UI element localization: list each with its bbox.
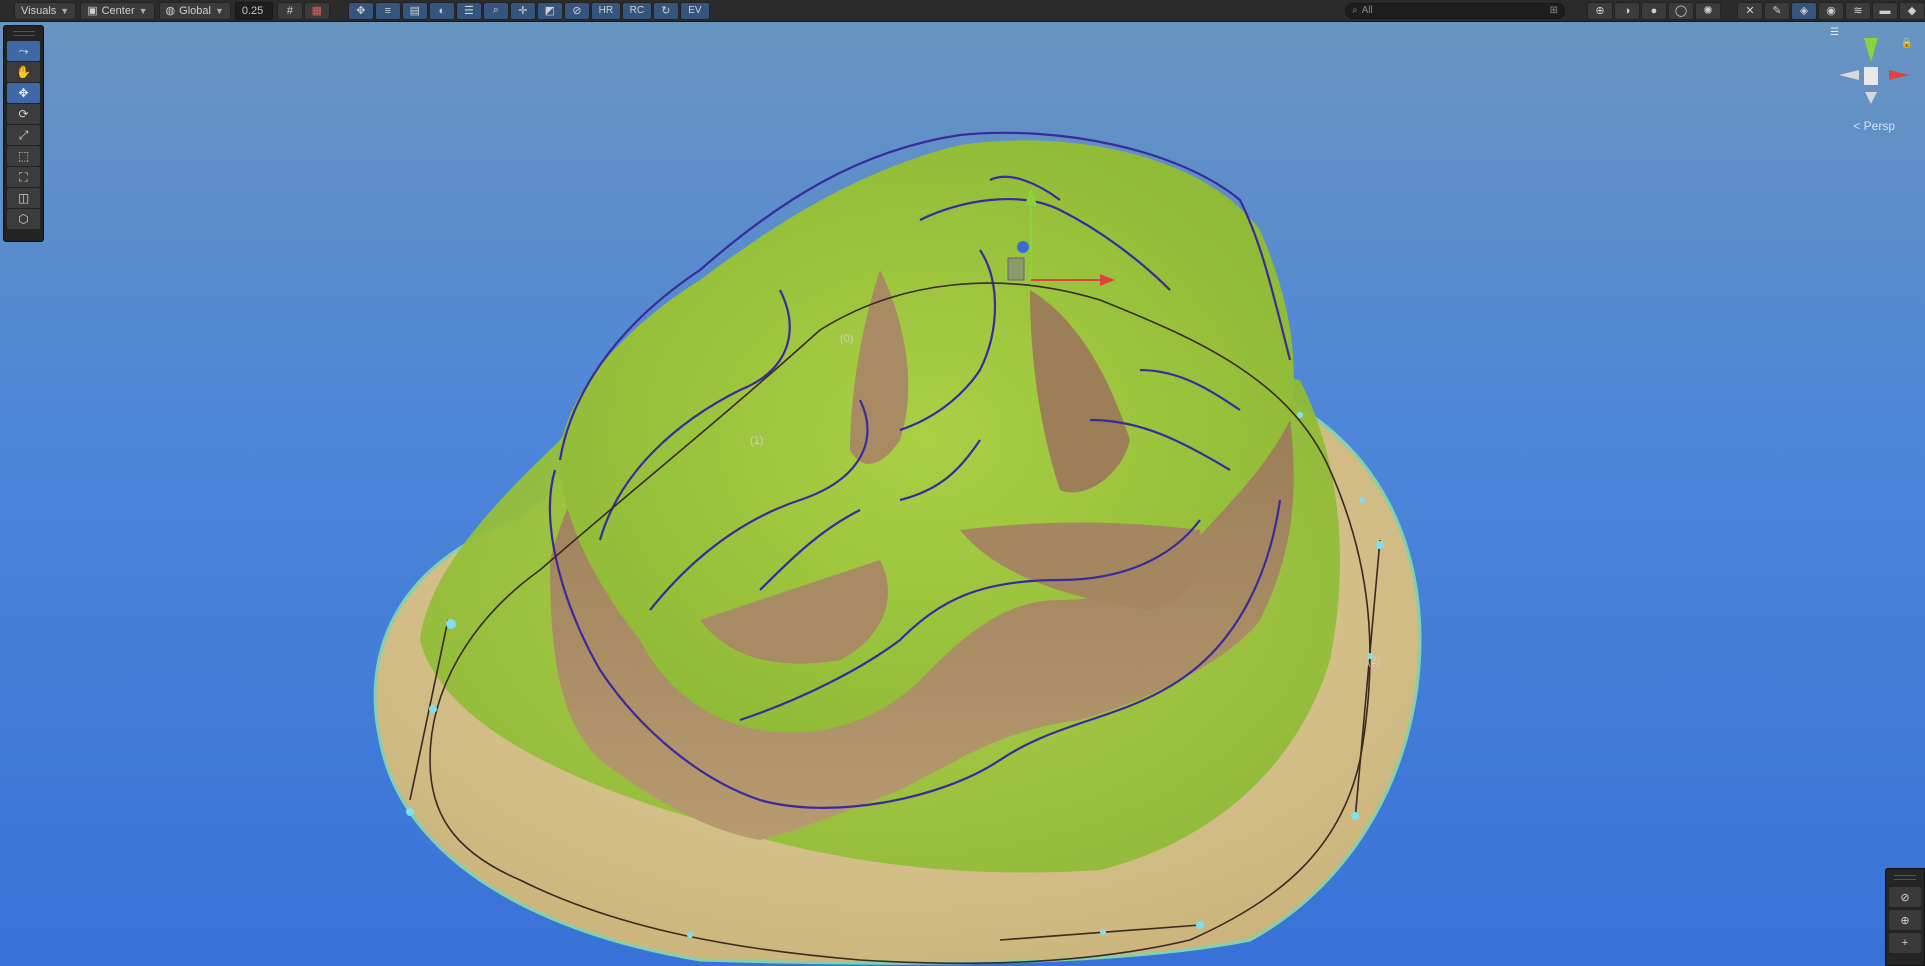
fx-icon[interactable]: ✎ xyxy=(1764,1,1790,20)
snap-value-field[interactable]: 0.25 xyxy=(234,1,273,20)
lock-icon[interactable]: 🔒 xyxy=(1901,38,1913,49)
chevron-down-icon: ▼ xyxy=(60,5,70,16)
rotate-tool-icon[interactable]: ⟳ xyxy=(7,104,40,124)
shading-icon[interactable]: ◑ xyxy=(1614,1,1640,20)
zoom-icon[interactable]: ⌕ xyxy=(482,1,509,20)
align-icon[interactable]: ≡ xyxy=(374,1,401,20)
chevron-down-icon: ▼ xyxy=(138,5,148,16)
neg-y-axis-cone xyxy=(1865,92,1877,104)
custom-tool-icon[interactable]: ◫ xyxy=(7,188,40,208)
terrain-label: (0) xyxy=(840,333,854,345)
gizmo-menu-icon[interactable]: ☰ xyxy=(1830,27,1839,38)
terrain-icon[interactable]: ▤ xyxy=(401,1,428,20)
drag-grip-icon[interactable] xyxy=(1894,875,1916,880)
grid-visibility-icon[interactable]: ▦ xyxy=(303,1,330,20)
filter-icon: ⊞ xyxy=(1549,5,1558,16)
terrain-label: (1) xyxy=(750,435,764,447)
circle-icon[interactable]: ◐ xyxy=(428,1,455,20)
scene-toolbar: Visuals ▼ ▣ Center ▼ ◍ Global ▼ 0.25 # ▦… xyxy=(0,0,1925,22)
pivot-dropdown[interactable]: ▣ Center ▼ xyxy=(80,1,155,20)
terrain-label: (2) xyxy=(1367,655,1381,667)
transform-tool-icon[interactable]: ⛶ xyxy=(7,167,40,187)
crosshair-icon[interactable]: ✛ xyxy=(509,1,536,20)
visuals-label: Visuals xyxy=(21,4,57,17)
rect-tool-icon[interactable]: ⬚ xyxy=(7,146,40,166)
refresh-icon[interactable]: ↻ xyxy=(652,1,679,20)
add-icon[interactable]: + xyxy=(1889,933,1921,953)
ev-button[interactable]: EV xyxy=(679,1,710,20)
move-tool-icon[interactable]: ✥ xyxy=(347,1,374,20)
pivot-label: Center xyxy=(101,4,135,17)
y-axis-cone xyxy=(1864,38,1878,62)
projection-label[interactable]: < Persp xyxy=(1853,119,1895,133)
scene-viewport[interactable]: (0) (1) (2) xyxy=(0,0,1925,966)
globe-icon: ◍ xyxy=(165,5,176,17)
hr-button[interactable]: HR xyxy=(590,1,621,20)
search-input[interactable]: ⌕ All ⊞ xyxy=(1345,2,1565,19)
tool-palette: ⤳ ✋ ✥ ⟳ ⤢ ⬚ ⛶ ◫ ⬡ xyxy=(3,25,44,242)
layers-icon[interactable]: ☰ xyxy=(455,1,482,20)
visuals-dropdown[interactable]: Visuals ▼ xyxy=(14,1,77,20)
camera-icon[interactable]: ▬ xyxy=(1872,1,1898,20)
grid-snap-icon[interactable]: # xyxy=(276,1,303,20)
sun-icon[interactable]: ✺ xyxy=(1695,1,1721,20)
audio-mute-icon[interactable]: ✕ xyxy=(1737,1,1763,20)
paint-icon[interactable]: ◩ xyxy=(536,1,563,20)
scene-gizmo-icon[interactable]: ⊕ xyxy=(1587,1,1613,20)
chevron-down-icon: ▼ xyxy=(214,5,224,16)
snap-target-icon[interactable]: ⊕ xyxy=(1889,910,1921,930)
space-dropdown[interactable]: ◍ Global ▼ xyxy=(158,1,231,20)
overlay-panel: ⊘ ⊕ + xyxy=(1885,868,1925,966)
gizmo-center-cube xyxy=(1864,67,1878,85)
compass-icon[interactable]: ⊘ xyxy=(563,1,590,20)
sphere-icon[interactable]: ● xyxy=(1641,1,1667,20)
search-placeholder: All xyxy=(1361,5,1373,16)
visibility-icon[interactable]: ◉ xyxy=(1818,1,1844,20)
space-label: Global xyxy=(179,4,211,17)
pivot-icon: ▣ xyxy=(87,5,98,17)
rc-button[interactable]: RC xyxy=(621,1,652,20)
scene-render xyxy=(0,0,1925,966)
layer-stack-icon[interactable]: ≋ xyxy=(1845,1,1871,20)
drag-grip-icon[interactable] xyxy=(12,31,35,36)
x-axis-cone xyxy=(1889,70,1909,80)
hide-icon[interactable]: ⊘ xyxy=(1889,887,1921,907)
neg-x-axis-cone xyxy=(1839,70,1859,80)
move-tool-icon[interactable]: ✥ xyxy=(7,83,40,103)
gizmos-icon[interactable]: ◆ xyxy=(1899,1,1925,20)
lighting-icon[interactable]: ◯ xyxy=(1668,1,1694,20)
layers-dropdown-icon[interactable]: ◈ xyxy=(1791,1,1817,20)
search-icon: ⌕ xyxy=(1352,5,1358,16)
scale-tool-icon[interactable]: ⤢ xyxy=(7,125,40,145)
path-tool-icon[interactable]: ⤳ xyxy=(7,41,40,61)
hand-tool-icon[interactable]: ✋ xyxy=(7,62,40,82)
cube-tool-icon[interactable]: ⬡ xyxy=(7,209,40,229)
